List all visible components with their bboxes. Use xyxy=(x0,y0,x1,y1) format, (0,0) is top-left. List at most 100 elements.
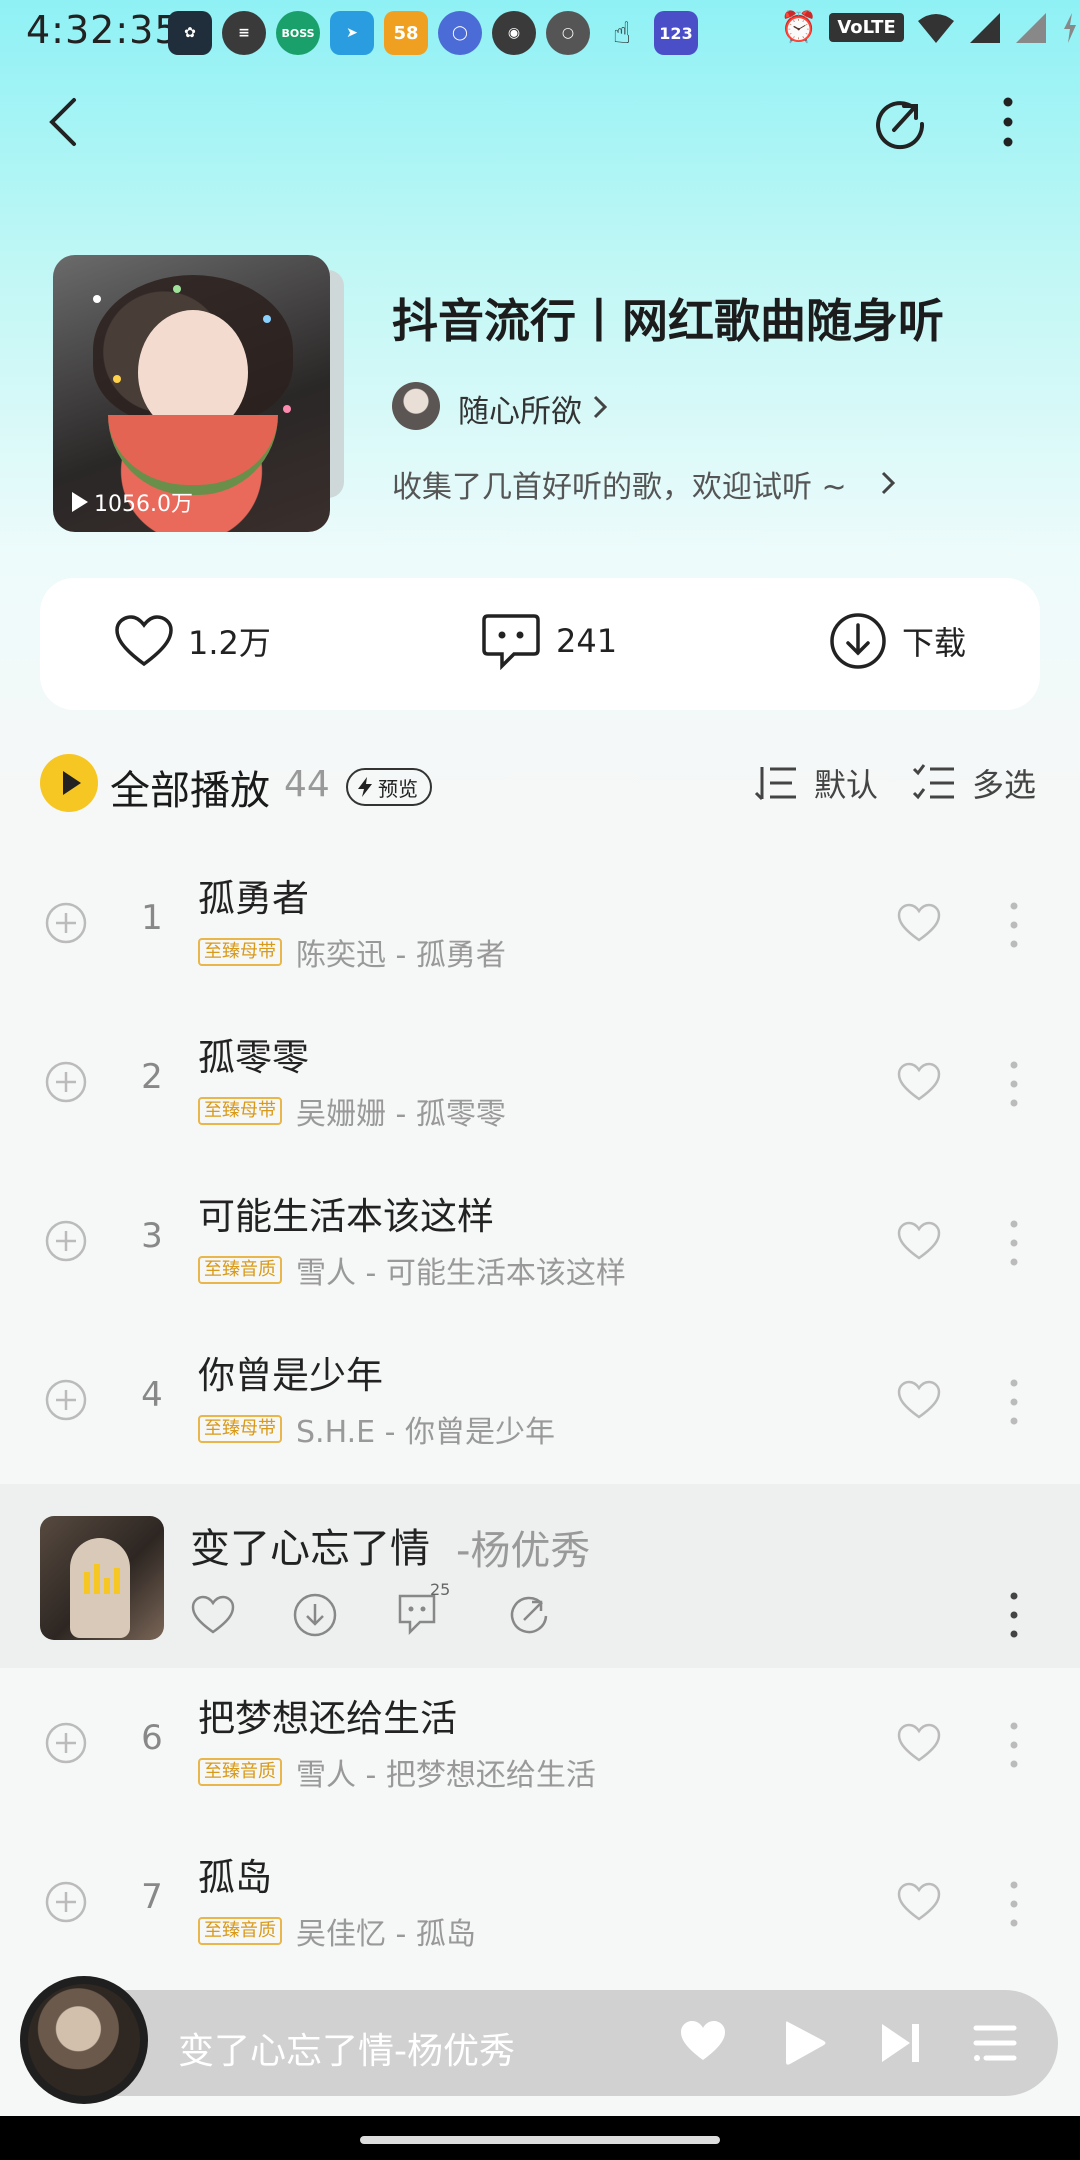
volte-badge: VoLTE xyxy=(829,13,904,42)
download-icon xyxy=(830,613,886,669)
telegram-icon: ➤ xyxy=(330,11,374,55)
more-vertical-icon[interactable] xyxy=(1006,1059,1022,1109)
song-artist: 陈奕迅 - 孤勇者 xyxy=(296,938,506,973)
battery-charging-icon xyxy=(1063,12,1076,43)
more-vertical-icon[interactable] xyxy=(1006,900,1022,950)
more-vertical-icon[interactable] xyxy=(1006,1590,1022,1640)
chevron-right-icon[interactable] xyxy=(878,468,898,498)
lightning-icon xyxy=(358,777,372,797)
download-icon[interactable] xyxy=(292,1592,338,1638)
comment-count: 25 xyxy=(430,1580,451,1599)
comment-button[interactable]: 25 xyxy=(394,1580,450,1640)
heart-icon xyxy=(115,615,173,667)
status-notification-icons: ✿ ≡ BOSS ➤ 58 ◯ ◉ ○ ☝ 123 xyxy=(168,8,698,58)
song-title: 你曾是少年 xyxy=(198,1354,383,1397)
song-row[interactable]: 2 孤零零 至臻母带 吴姗姗 - 孤零零 xyxy=(0,1009,1080,1167)
app-notification-icon: ✿ xyxy=(168,11,212,55)
song-number: 6 xyxy=(141,1718,163,1758)
song-title: 孤零零 xyxy=(198,1036,309,1079)
song-row[interactable]: 6 把梦想还给生活 至臻音质 雪人 - 把梦想还给生活 xyxy=(0,1670,1080,1828)
more-vertical-icon[interactable] xyxy=(1006,1218,1022,1268)
chevron-right-icon[interactable] xyxy=(590,392,610,422)
song-number: 2 xyxy=(141,1057,163,1097)
quality-badge: 至臻音质 xyxy=(198,1256,282,1284)
heart-icon[interactable] xyxy=(896,1722,942,1764)
mini-player-title[interactable]: 变了心忘了情-杨优秀 xyxy=(178,2022,515,2074)
song-title: 孤岛 xyxy=(198,1856,272,1899)
heart-icon[interactable] xyxy=(896,1379,942,1421)
song-subtitle: 至臻音质 吴佳忆 - 孤岛 xyxy=(198,1909,476,1953)
song-artist: 吴佳忆 - 孤岛 xyxy=(296,1917,476,1952)
heart-icon[interactable] xyxy=(896,902,942,944)
now-playing-title: 变了心忘了情 xyxy=(190,1526,430,1572)
status-system-icons: ⏰ VoLTE xyxy=(780,10,1080,45)
message-icon: ≡ xyxy=(222,11,266,55)
status-time: 4:32:35 xyxy=(26,8,180,52)
song-row[interactable]: 7 孤岛 至臻音质 吴佳忆 - 孤岛 xyxy=(0,1829,1080,1987)
song-number: 3 xyxy=(141,1216,163,1256)
playing-indicator-icon xyxy=(84,1564,120,1594)
creator-name[interactable]: 随心所欲 xyxy=(458,386,582,431)
fifty-eight-icon: 58 xyxy=(384,11,428,55)
song-row[interactable]: 3 可能生活本该这样 至臻音质 雪人 - 可能生活本该这样 xyxy=(0,1168,1080,1326)
play-count: 1056.0万 xyxy=(72,486,193,518)
download-label: 下载 xyxy=(902,624,967,662)
like-count: 1.2万 xyxy=(188,624,271,662)
more-vertical-icon[interactable] xyxy=(1006,1720,1022,1770)
signal-icon xyxy=(969,12,1000,43)
next-track-icon[interactable] xyxy=(878,2020,924,2066)
wifi-icon xyxy=(917,13,954,43)
add-icon[interactable] xyxy=(44,1060,88,1104)
song-number: 4 xyxy=(141,1375,163,1415)
more-vertical-icon[interactable] xyxy=(990,92,1026,152)
multi-select-label: 多选 xyxy=(972,766,1037,804)
sort-button[interactable]: 默认 xyxy=(754,760,878,806)
song-artist: 雪人 - 把梦想还给生活 xyxy=(296,1758,596,1793)
song-row[interactable]: 4 你曾是少年 至臻母带 S.H.E - 你曾是少年 xyxy=(0,1327,1080,1485)
more-vertical-icon[interactable] xyxy=(1006,1879,1022,1929)
song-subtitle: 至臻母带 陈奕迅 - 孤勇者 xyxy=(198,930,506,974)
song-title: 把梦想还给生活 xyxy=(198,1697,457,1740)
playlist-icon[interactable] xyxy=(972,2022,1018,2064)
add-icon[interactable] xyxy=(44,1378,88,1422)
play-count-value: 1056.0万 xyxy=(94,492,193,517)
quality-badge: 至臻母带 xyxy=(198,1097,282,1125)
multi-select-button[interactable]: 多选 xyxy=(912,760,1036,806)
now-playing-artist: -杨优秀 xyxy=(456,1528,591,1574)
song-subtitle: 至臻母带 S.H.E - 你曾是少年 xyxy=(198,1407,555,1451)
checklist-icon xyxy=(912,764,954,800)
add-icon[interactable] xyxy=(44,901,88,945)
share-icon[interactable] xyxy=(506,1592,552,1638)
heart-icon[interactable] xyxy=(896,1061,942,1103)
song-artist: S.H.E - 你曾是少年 xyxy=(296,1415,555,1450)
heart-icon[interactable] xyxy=(896,1220,942,1262)
song-count: 44 xyxy=(284,764,330,805)
more-vertical-icon[interactable] xyxy=(1006,1377,1022,1427)
play-all-label[interactable]: 全部播放 xyxy=(110,758,270,816)
play-icon[interactable] xyxy=(782,2018,828,2068)
share-icon[interactable] xyxy=(870,92,930,152)
like-button[interactable]: 1.2万 xyxy=(114,608,271,674)
play-all-button[interactable] xyxy=(40,754,98,812)
wechat-icon: ◉ xyxy=(492,11,536,55)
preview-button[interactable]: 预览 xyxy=(346,768,432,806)
song-row[interactable]: 1 孤勇者 至臻母带 陈奕迅 - 孤勇者 xyxy=(0,850,1080,1008)
song-subtitle: 至臻音质 雪人 - 把梦想还给生活 xyxy=(198,1750,596,1794)
download-button[interactable]: 下载 xyxy=(828,608,966,674)
add-icon[interactable] xyxy=(44,1219,88,1263)
add-icon[interactable] xyxy=(44,1721,88,1765)
creator-avatar[interactable] xyxy=(392,382,440,430)
add-icon[interactable] xyxy=(44,1880,88,1924)
heart-icon[interactable] xyxy=(190,1594,236,1636)
home-indicator[interactable] xyxy=(360,2136,720,2144)
comment-button[interactable]: 241 xyxy=(480,608,617,674)
back-icon[interactable] xyxy=(40,92,90,152)
heart-icon[interactable] xyxy=(896,1881,942,1923)
quality-badge: 至臻音质 xyxy=(198,1917,282,1945)
now-playing-cover[interactable] xyxy=(40,1516,164,1640)
num-icon: 123 xyxy=(654,11,698,55)
mini-player-cover[interactable] xyxy=(20,1976,148,2104)
playlist-description[interactable]: 收集了几首好听的歌，欢迎试听 ~ xyxy=(392,462,847,506)
heart-filled-icon[interactable] xyxy=(678,2018,728,2064)
playlist-title: 抖音流行丨网红歌曲随身听 xyxy=(392,294,944,348)
